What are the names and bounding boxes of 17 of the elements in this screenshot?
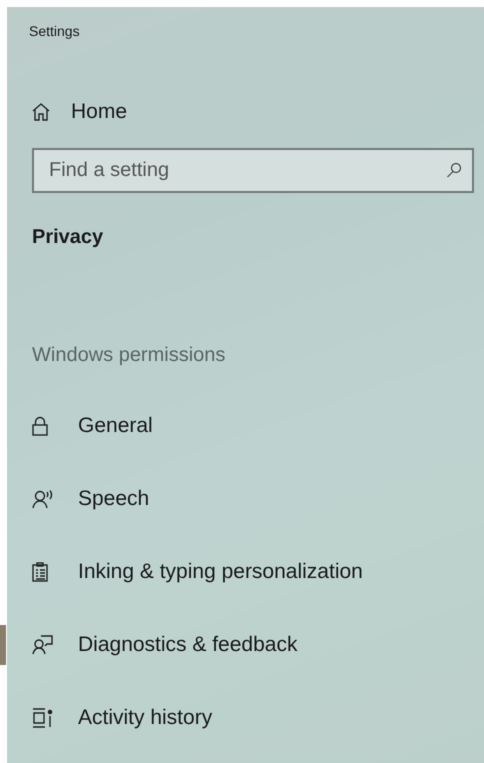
section-title: Privacy [32,226,104,249]
search-icon [446,162,462,178]
timeline-icon [32,708,54,728]
search-field[interactable]: Find a setting [32,148,474,193]
window-title: Settings [29,23,80,39]
nav-item[interactable]: General [0,406,165,446]
group-heading: Windows permissions [32,344,226,367]
nav-item[interactable]: Activity history [0,698,224,738]
home-link[interactable]: Home [32,100,128,124]
clipboard-icon [32,562,48,582]
lock-icon [32,416,48,436]
person-speaking-icon [32,488,54,508]
nav-item[interactable]: Inking & typing personalization [0,552,375,592]
person-feedback-icon [32,634,54,654]
nav-item[interactable]: Speech [0,478,162,518]
nav-item[interactable]: Diagnostics & feedback [0,624,310,664]
home-icon [32,103,50,121]
